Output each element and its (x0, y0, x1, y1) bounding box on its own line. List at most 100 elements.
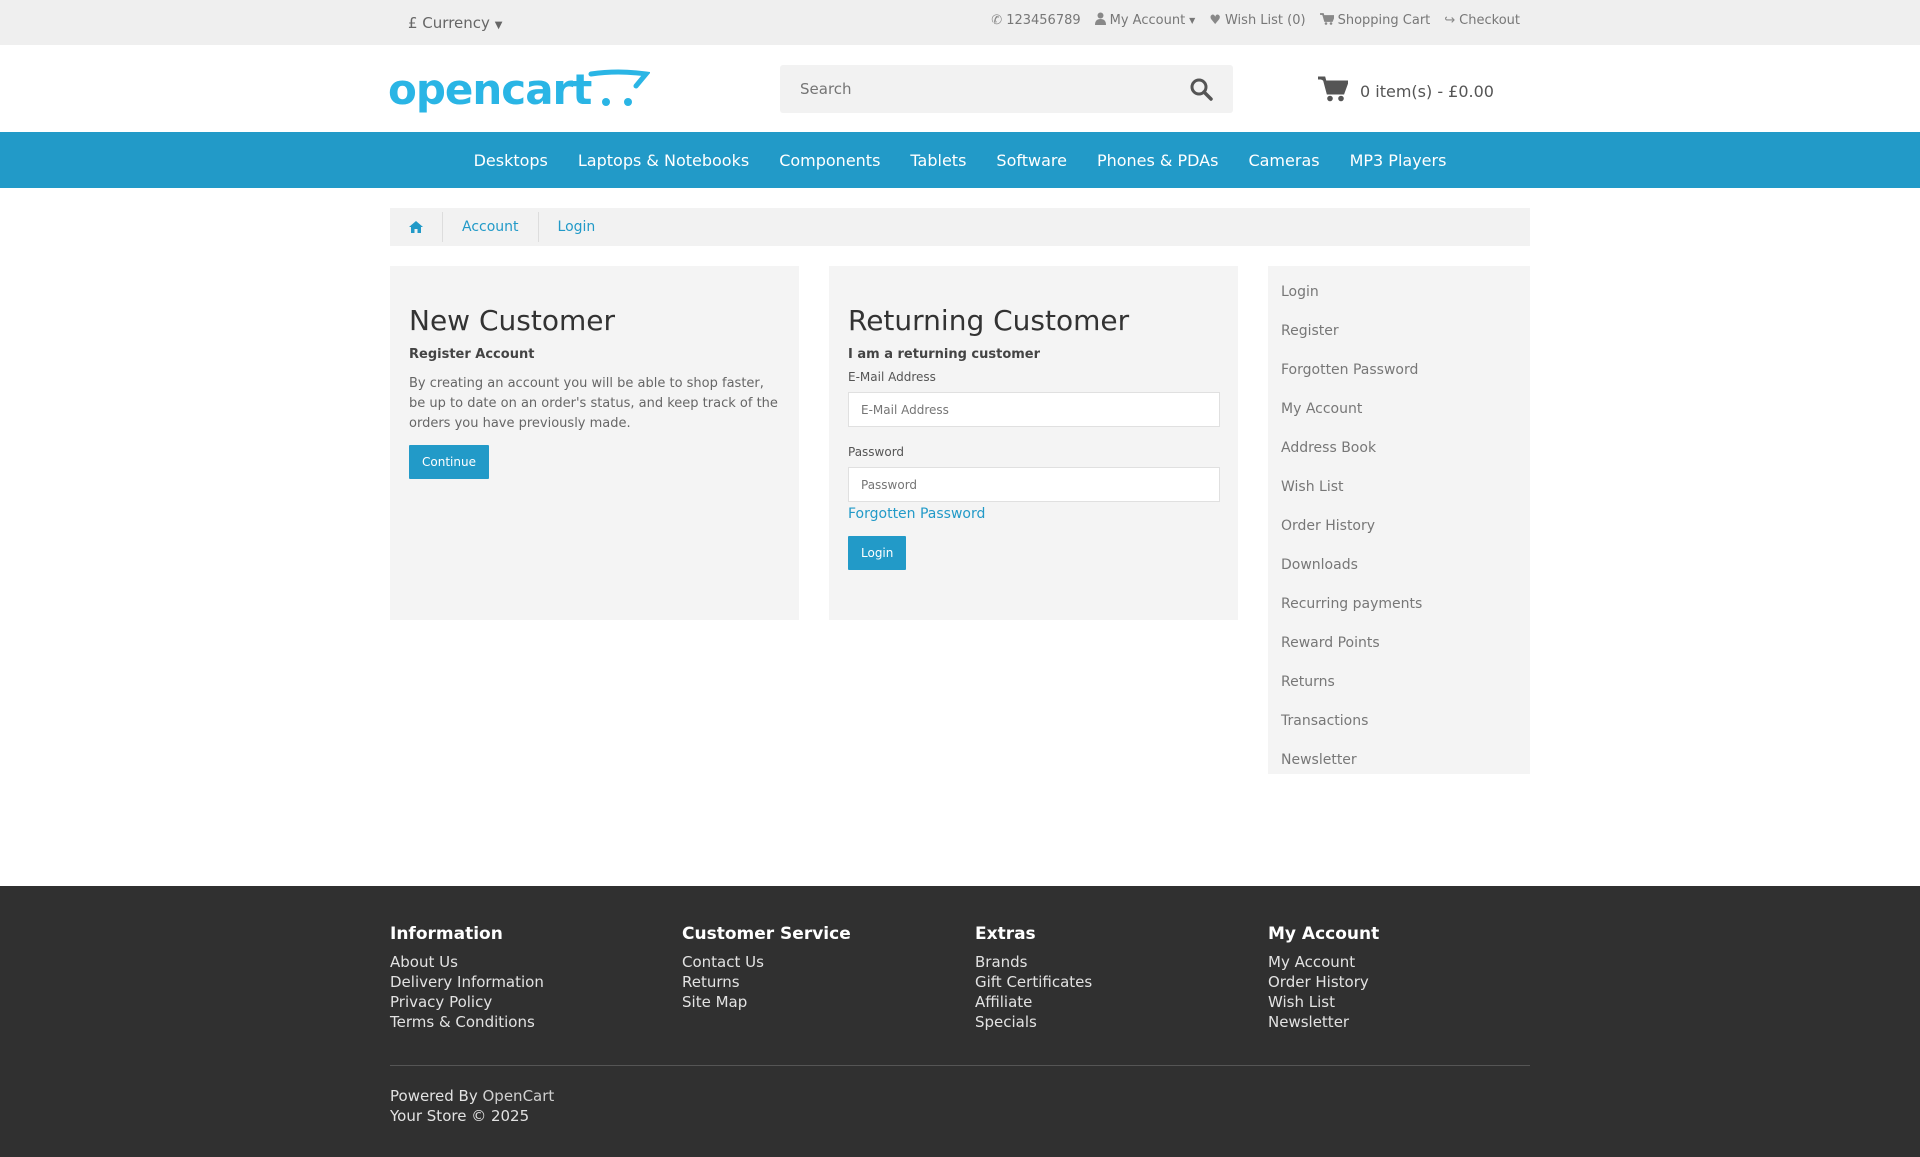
email-label: E-Mail Address (848, 370, 936, 384)
returning-customer-panel: Returning Customer I am a returning cust… (829, 266, 1238, 620)
top-links: ✆ 123456789 My Account ▼ ♥ Wish List (0)… (991, 12, 1520, 29)
register-account-subtitle: Register Account (409, 347, 535, 362)
sidebar-item-address-book[interactable]: Address Book (1268, 429, 1530, 468)
top-bar: £ Currency ▼ ✆ 123456789 My Account ▼ ♥ … (0, 0, 1920, 45)
search-icon (1190, 78, 1213, 101)
phone-number: 123456789 (1006, 13, 1081, 28)
menu-item-software[interactable]: Software (996, 151, 1067, 170)
footer-link[interactable]: Site Map (682, 992, 942, 1012)
footer-column-extras: Extras Brands Gift Certificates Affiliat… (975, 924, 1235, 1032)
opencart-link[interactable]: OpenCart (483, 1087, 555, 1105)
footer-link[interactable]: Terms & Conditions (390, 1012, 650, 1032)
logo-graphic: opencart (388, 65, 651, 114)
currency-dropdown[interactable]: £ Currency ▼ (408, 14, 502, 32)
footer-heading: Information (390, 924, 503, 944)
breadcrumb: Account Login (390, 208, 1530, 246)
sidebar-item-newsletter[interactable]: Newsletter (1268, 741, 1530, 780)
sidebar-item-register[interactable]: Register (1268, 312, 1530, 351)
currency-label: £ Currency (408, 14, 490, 32)
footer-link[interactable]: Wish List (1268, 992, 1528, 1012)
footer-link[interactable]: My Account (1268, 952, 1528, 972)
returning-customer-subtitle: I am a returning customer (848, 347, 1041, 362)
footer-column-information: Information About Us Delivery Informatio… (390, 924, 650, 1032)
footer-link[interactable]: Returns (682, 972, 942, 992)
footer: Information About Us Delivery Informatio… (0, 886, 1920, 1157)
opencart-logo[interactable]: opencart (388, 62, 651, 122)
email-field[interactable] (848, 392, 1220, 427)
cart-icon (1318, 76, 1350, 106)
sidebar-item-recurring-payments[interactable]: Recurring payments (1268, 585, 1530, 624)
cart-button[interactable]: 0 item(s) - £0.00 (1318, 76, 1494, 106)
shopping-cart-label: Shopping Cart (1337, 13, 1431, 28)
password-field[interactable] (848, 467, 1220, 502)
new-customer-panel: New Customer Register Account By creatin… (390, 266, 799, 620)
footer-column-customer-service: Customer Service Contact Us Returns Site… (682, 924, 942, 1012)
forgotten-password-link[interactable]: Forgotten Password (848, 506, 1219, 522)
svg-text:opencart: opencart (388, 65, 592, 114)
footer-link[interactable]: Order History (1268, 972, 1528, 992)
sidebar-item-forgotten-password[interactable]: Forgotten Password (1268, 351, 1530, 390)
caret-down-icon: ▼ (494, 20, 503, 31)
caret-down-icon: ▼ (1189, 16, 1196, 25)
sidebar-item-wish-list[interactable]: Wish List (1268, 468, 1530, 507)
breadcrumb-home[interactable] (390, 212, 443, 242)
sidebar-item-login[interactable]: Login (1268, 273, 1530, 312)
wish-list-link[interactable]: ♥ Wish List (0) (1209, 12, 1305, 29)
menu-item-laptops[interactable]: Laptops & Notebooks (578, 151, 749, 170)
menu-item-tablets[interactable]: Tablets (910, 151, 966, 170)
user-icon (1094, 12, 1106, 29)
menu-item-components[interactable]: Components (779, 151, 880, 170)
main-menu: Desktops Laptops & Notebooks Components … (0, 132, 1920, 188)
footer-link[interactable]: Delivery Information (390, 972, 650, 992)
shopping-cart-link[interactable]: Shopping Cart (1319, 12, 1431, 29)
breadcrumb-account[interactable]: Account (443, 212, 539, 242)
search-bar (780, 65, 1233, 113)
sidebar-item-order-history[interactable]: Order History (1268, 507, 1530, 546)
sidebar-item-downloads[interactable]: Downloads (1268, 546, 1530, 585)
search-button[interactable] (1189, 77, 1215, 103)
powered-by: Powered By OpenCart Your Store © 2025 (390, 1086, 554, 1126)
footer-link[interactable]: Brands (975, 952, 1235, 972)
footer-column-my-account: My Account My Account Order History Wish… (1268, 924, 1528, 1032)
my-account-dropdown[interactable]: My Account ▼ (1094, 12, 1196, 29)
sidebar-item-transactions[interactable]: Transactions (1268, 702, 1530, 741)
footer-link[interactable]: Privacy Policy (390, 992, 650, 1012)
footer-link[interactable]: Gift Certificates (975, 972, 1235, 992)
phone-icon: ✆ (991, 13, 1003, 28)
footer-link[interactable]: Affiliate (975, 992, 1235, 1012)
search-input[interactable] (780, 65, 1175, 113)
menu-item-cameras[interactable]: Cameras (1248, 151, 1319, 170)
new-customer-title: New Customer (409, 304, 615, 337)
phone-link[interactable]: ✆ 123456789 (991, 12, 1080, 29)
share-icon: ↪ (1444, 13, 1456, 28)
checkout-link[interactable]: ↪ Checkout (1444, 12, 1520, 29)
checkout-label: Checkout (1459, 13, 1520, 28)
powered-by-text: Powered By (390, 1087, 478, 1105)
sidebar-item-returns[interactable]: Returns (1268, 663, 1530, 702)
powered-by-line: Powered By OpenCart (390, 1086, 554, 1106)
footer-divider (390, 1065, 1530, 1066)
wish-list-label: Wish List (0) (1224, 13, 1306, 28)
footer-link[interactable]: Specials (975, 1012, 1235, 1032)
footer-link[interactable]: Newsletter (1268, 1012, 1528, 1032)
footer-link[interactable]: About Us (390, 952, 650, 972)
cart-total: 0 item(s) - £0.00 (1360, 81, 1494, 101)
cart-icon (1319, 12, 1335, 29)
menu-item-mp3[interactable]: MP3 Players (1350, 151, 1447, 170)
account-sidebar: Login Register Forgotten Password My Acc… (1268, 266, 1530, 774)
footer-heading: Extras (975, 924, 1036, 944)
breadcrumb-login[interactable]: Login (539, 212, 615, 242)
heart-icon: ♥ (1209, 13, 1221, 28)
footer-heading: My Account (1268, 924, 1380, 944)
continue-button[interactable]: Continue (409, 445, 489, 479)
home-icon (409, 221, 423, 233)
login-button[interactable]: Login (848, 536, 907, 570)
menu-item-desktops[interactable]: Desktops (474, 151, 548, 170)
my-account-label: My Account (1109, 13, 1186, 28)
register-description: By creating an account you will be able … (409, 376, 778, 431)
sidebar-item-my-account[interactable]: My Account (1268, 390, 1530, 429)
menu-item-phones[interactable]: Phones & PDAs (1097, 151, 1219, 170)
returning-customer-title: Returning Customer (848, 304, 1130, 337)
sidebar-item-reward-points[interactable]: Reward Points (1268, 624, 1530, 663)
footer-link[interactable]: Contact Us (682, 952, 942, 972)
